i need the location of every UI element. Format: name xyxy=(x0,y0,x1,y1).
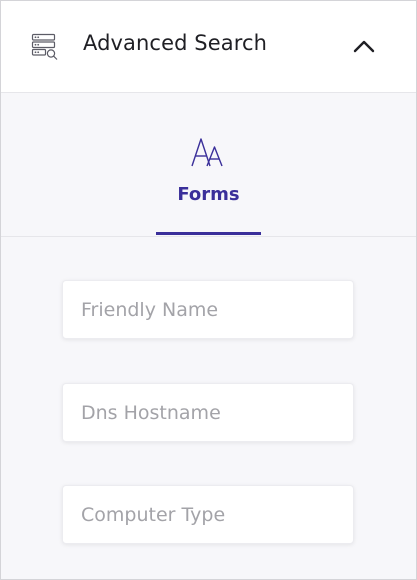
font-size-icon xyxy=(191,137,227,169)
panel-header[interactable]: Advanced Search xyxy=(1,1,416,93)
tab-forms[interactable]: Forms xyxy=(156,93,261,235)
panel-title: Advanced Search xyxy=(83,31,268,55)
active-tab-indicator xyxy=(156,232,261,235)
tab-label: Forms xyxy=(177,184,240,205)
chevron-up-icon xyxy=(353,38,375,57)
tab-bar: Forms xyxy=(1,93,416,237)
search-list-icon xyxy=(31,33,59,61)
dns-hostname-input[interactable] xyxy=(62,383,354,442)
computer-type-input[interactable] xyxy=(62,485,354,544)
collapse-button[interactable] xyxy=(346,31,382,63)
friendly-name-input[interactable] xyxy=(62,280,354,339)
advanced-search-panel: Advanced Search Forms xyxy=(0,0,417,580)
